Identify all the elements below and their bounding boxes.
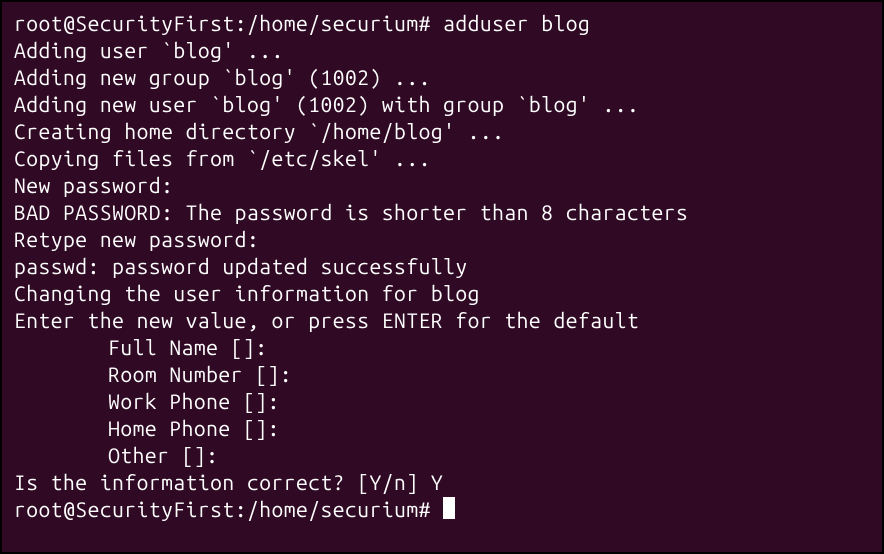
output-line: Is the information correct? [Y/n] Y [14,469,870,496]
output-line: Enter the new value, or press ENTER for … [14,307,870,334]
output-line-field: Other []: [14,442,870,469]
prompt-user-host: root@SecurityFirst [14,11,235,35]
output-line: Changing the user information for blog [14,280,870,307]
prompt-symbol: # [419,11,431,35]
prompt-line-1: root@SecurityFirst:/home/securium# addus… [14,10,870,37]
prompt-path: /home/securium [247,497,419,521]
output-line-field: Full Name []: [14,334,870,361]
output-line: Adding new group `blog' (1002) ... [14,64,870,91]
cursor-icon [443,497,455,519]
output-line-field: Work Phone []: [14,388,870,415]
output-line: Adding user `blog' ... [14,37,870,64]
prompt-line-2: root@SecurityFirst:/home/securium# [14,496,870,523]
output-line: New password: [14,172,870,199]
terminal-output[interactable]: root@SecurityFirst:/home/securium# addus… [14,10,870,523]
output-line: Copying files from `/etc/skel' ... [14,145,870,172]
output-line: Adding new user `blog' (1002) with group… [14,91,870,118]
prompt-path: /home/securium [247,11,419,35]
prompt-user-host: root@SecurityFirst [14,497,235,521]
command-text: adduser blog [443,11,590,35]
prompt-symbol: # [419,497,431,521]
output-line-field: Room Number []: [14,361,870,388]
output-line: Creating home directory `/home/blog' ... [14,118,870,145]
output-line-field: Home Phone []: [14,415,870,442]
output-line: BAD PASSWORD: The password is shorter th… [14,199,870,226]
output-line: passwd: password updated successfully [14,253,870,280]
output-line: Retype new password: [14,226,870,253]
